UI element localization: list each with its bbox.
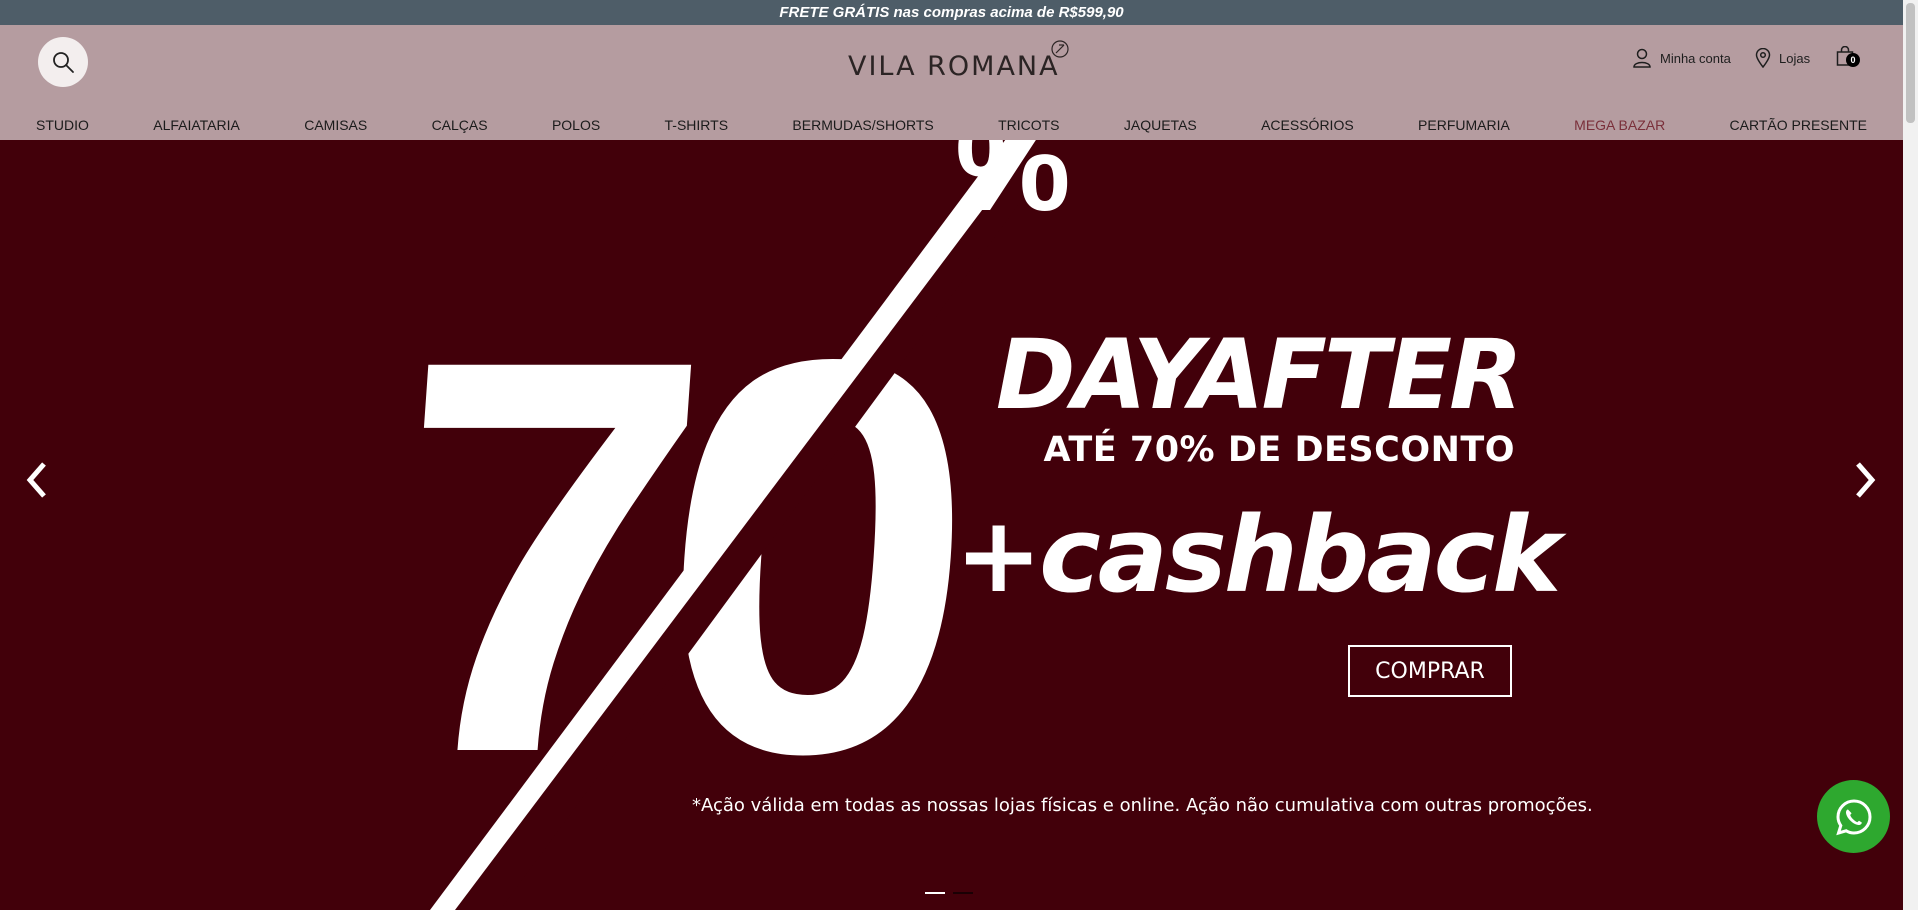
search-button[interactable] [38, 37, 88, 87]
scrollbar-thumb[interactable] [1906, 3, 1915, 123]
buy-button[interactable]: COMPRAR [1348, 645, 1512, 697]
nav-item-tricots[interactable]: TRICOTS [998, 111, 1059, 139]
hero-subhead: ATÉ 70% DE DESCONTO [1043, 430, 1515, 470]
hero-banner[interactable]: 70 % DAYAFTER ATÉ 70% DE DESCONTO +cashb… [0, 140, 1903, 910]
logo-mark-icon [1051, 40, 1069, 58]
nav-item-cartao-presente[interactable]: CARTÃO PRESENTE [1730, 111, 1867, 139]
nav-item-mega-bazar[interactable]: MEGA BAZAR [1574, 111, 1665, 139]
hero-headline: DAYAFTER [995, 319, 1523, 431]
stores-link[interactable]: Lojas [1755, 48, 1810, 68]
carousel-dot-2[interactable] [953, 892, 973, 894]
main-nav: STUDIO ALFAIATARIA CAMISAS CALÇAS POLOS … [0, 111, 1903, 139]
chevron-right-icon [1856, 462, 1876, 498]
nav-item-camisas[interactable]: CAMISAS [304, 111, 367, 139]
cart-button[interactable]: 0 [1836, 45, 1860, 70]
cart-count-badge: 0 [1846, 53, 1860, 67]
nav-item-acessorios[interactable]: ACESSÓRIOS [1261, 111, 1354, 139]
site-header: VILA ROMANA Minha conta Lojas 0 STUDIO A… [0, 25, 1903, 140]
nav-item-jaquetas[interactable]: JAQUETAS [1124, 111, 1197, 139]
nav-item-calcas[interactable]: CALÇAS [432, 111, 488, 139]
page-scrollbar[interactable] [1903, 0, 1918, 910]
promo-bar: FRETE GRÁTIS nas compras acima de R$599,… [0, 0, 1903, 25]
whatsapp-button[interactable] [1817, 780, 1890, 853]
carousel-dots [925, 892, 973, 894]
nav-item-t-shirts[interactable]: T-SHIRTS [665, 111, 729, 139]
logo-text: VILA ROMANA [848, 51, 1060, 82]
carousel-prev-button[interactable] [22, 458, 52, 502]
account-label: Minha conta [1660, 50, 1731, 66]
nav-item-alfaiataria[interactable]: ALFAIATARIA [153, 111, 240, 139]
nav-item-studio[interactable]: STUDIO [36, 111, 89, 139]
nav-item-bermudas-shorts[interactable]: BERMUDAS/SHORTS [792, 111, 933, 139]
hero-percent-sign: % [955, 140, 1071, 238]
hero-disclaimer: *Ação válida em todas as nossas lojas fí… [692, 795, 1593, 816]
location-pin-icon [1755, 48, 1771, 68]
nav-item-perfumaria[interactable]: PERFUMARIA [1418, 111, 1510, 139]
vila-romana-logo[interactable]: VILA ROMANA [848, 40, 1069, 85]
nav-item-polos[interactable]: POLOS [552, 111, 600, 139]
account-link[interactable]: Minha conta [1632, 48, 1731, 68]
carousel-next-button[interactable] [1850, 458, 1880, 502]
user-icon [1633, 48, 1651, 68]
whatsapp-icon [1835, 798, 1871, 835]
chevron-left-icon [26, 462, 46, 498]
search-icon [53, 52, 74, 73]
hero-cashback: +cashback [955, 494, 1561, 616]
carousel-dot-1[interactable] [925, 892, 945, 894]
stores-label: Lojas [1779, 50, 1811, 66]
